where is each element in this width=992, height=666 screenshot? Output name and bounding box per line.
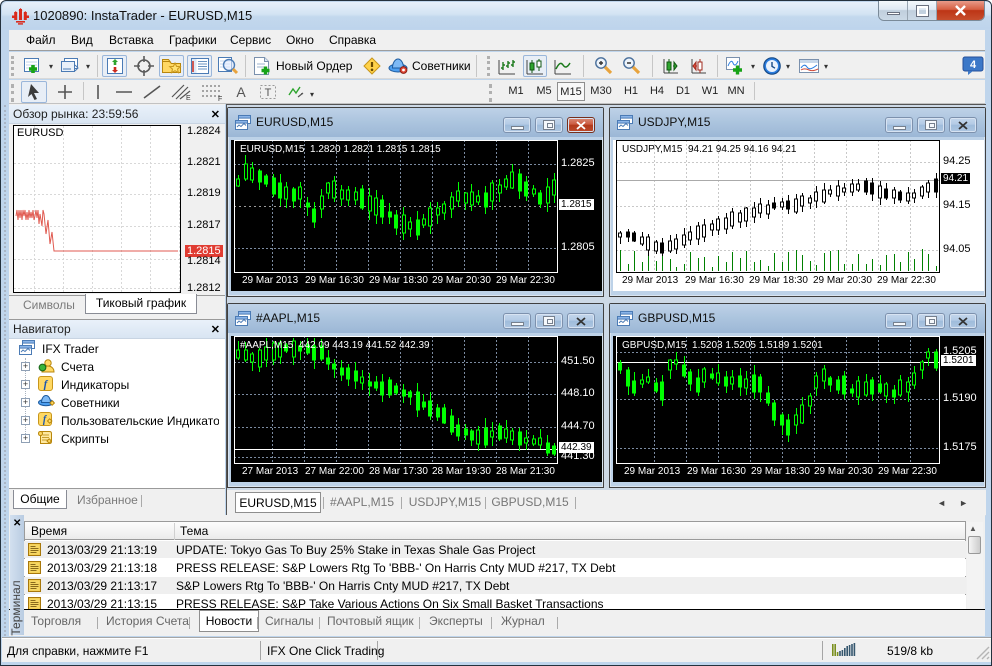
svg-text:T: T — [265, 87, 272, 99]
svg-text:A: A — [236, 84, 246, 100]
svg-text:F: F — [218, 96, 222, 101]
svg-text:E: E — [186, 95, 191, 101]
svg-text:4: 4 — [970, 59, 977, 71]
